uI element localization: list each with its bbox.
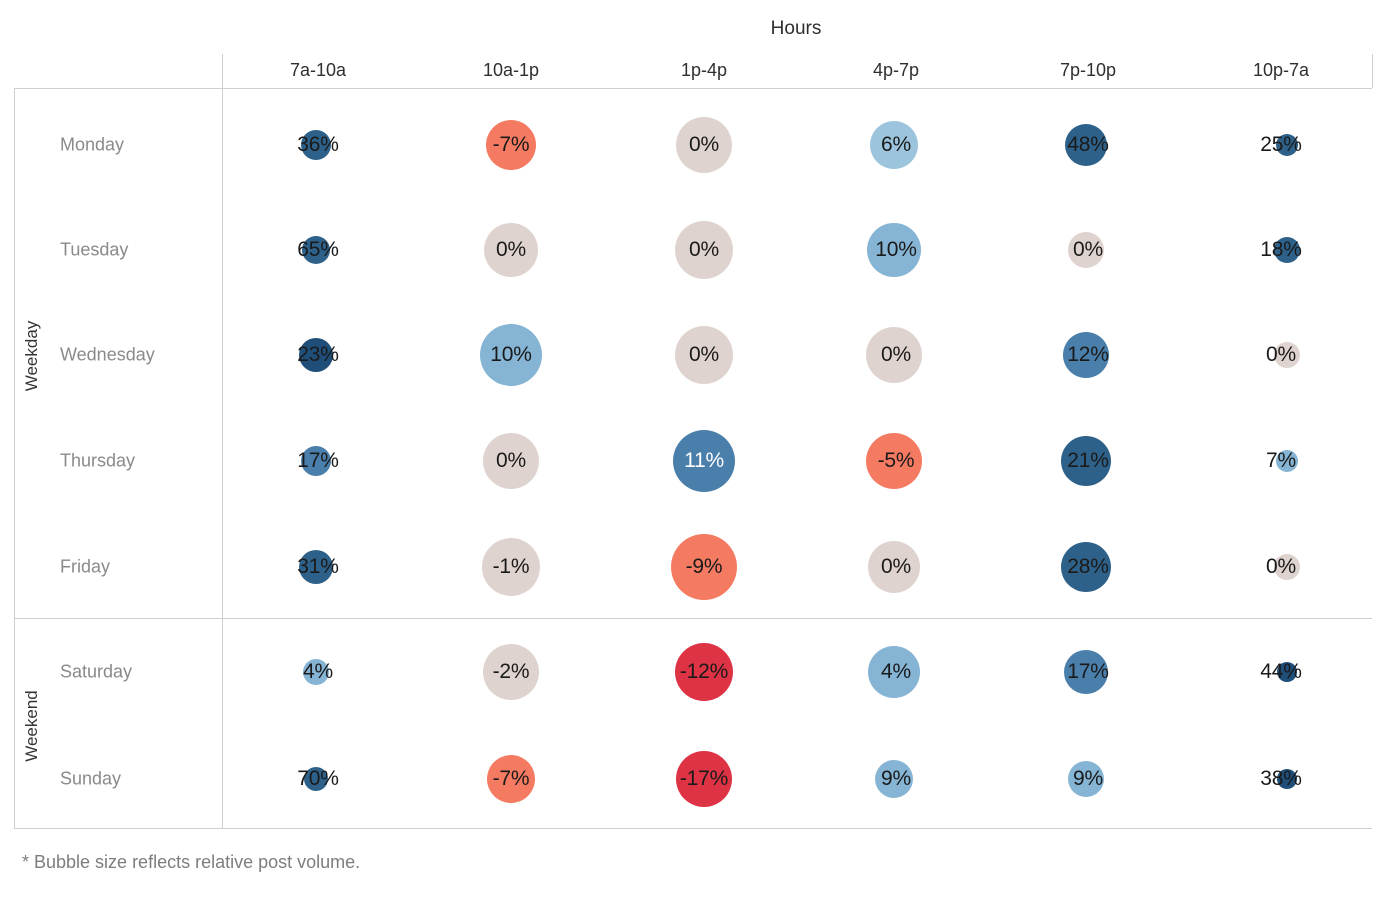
group-label-weekend: Weekend [22,689,41,762]
column-header-1p-4p: 1p-4p [680,60,728,80]
bubble-value-label: 0% [1073,238,1103,261]
group-separator-rule [14,618,1372,619]
row-label-thursday: Thursday [60,450,136,471]
header-rule [14,88,1372,89]
footnote: * Bubble size reflects relative post vol… [22,852,361,872]
bubble-value-label: 38% [1260,767,1302,790]
bubble-value-label: 0% [689,133,719,156]
bubble-value-label: 31% [297,555,339,578]
bubble-value-label: -12% [679,660,729,683]
bubble-value-label: 36% [297,133,339,156]
weekday-axis-divider [222,54,223,618]
bubble-value-label: 44% [1260,660,1302,683]
bubble-value-label: -7% [492,767,530,790]
column-header-10p-7a: 10p-7a [1252,60,1310,80]
bubble-value-label: -9% [685,555,723,578]
bubble-value-label: -17% [679,767,729,790]
bubble-value-label: 28% [1067,555,1109,578]
bubble-value-label: 0% [1266,343,1296,366]
bubble-value-label: 12% [1067,343,1109,366]
bubble-value-label: 0% [689,343,719,366]
column-header-7p-10p: 7p-10p [1059,60,1117,80]
bubble-value-label: 18% [1260,238,1302,261]
group-label-weekday: Weekday [22,320,41,392]
bubble-value-label: 23% [297,343,339,366]
bubble-value-label: -1% [492,555,530,578]
bubble-value-label: 17% [1067,660,1109,683]
column-header-10a-1p: 10a-1p [482,60,540,80]
row-label-friday: Friday [60,556,111,577]
bubble-value-label: 0% [881,343,911,366]
bubble-value-label: 65% [297,238,339,261]
weekday-outer-divider [14,88,15,618]
bottom-rule [14,828,1372,829]
row-label-monday: Monday [60,134,125,155]
row-label-wednesday: Wednesday [60,344,155,365]
weekend-axis-divider [222,618,223,828]
bubble-value-label: 0% [496,238,526,261]
bubble-matrix-chart: Hours 7a-10a 10a-1p 1p-4p 4p-7p 7p-10p 10p-7a… [0,0,1400,900]
bubble-value-label: 11% [684,449,724,472]
bubble-value-label: 10% [490,343,532,366]
bubble-value-label: -2% [492,660,530,683]
bubble-value-label: -5% [877,449,915,472]
bubble-value-label: 7% [1266,449,1296,472]
row-label-saturday: Saturday [60,661,133,682]
bubble-value-label: -7% [492,133,530,156]
bubble-value-label: 25% [1260,133,1302,156]
bubble-value-label: 17% [297,449,339,472]
bubble-value-label: 9% [1073,767,1103,790]
bubble-value-label: 0% [689,238,719,261]
row-label-tuesday: Tuesday [60,239,129,260]
bubble-value-label: 4% [881,660,911,683]
bubble-value-label: 0% [881,555,911,578]
bubble-value-label: 9% [881,767,911,790]
bubble-value-label: 0% [1266,555,1296,578]
header-right-tick [1372,54,1373,88]
bubble-value-label: 6% [881,133,911,156]
column-header-7a-10a: 7a-10a [289,60,347,80]
row-label-sunday: Sunday [60,768,122,789]
column-header-4p-7p: 4p-7p [872,60,920,80]
bubble-value-label: 10% [875,238,917,261]
bubble-value-label: 4% [303,660,333,683]
bubble-value-label: 70% [297,767,339,790]
bubble-value-label: 0% [496,449,526,472]
column-axis-title: Hours [770,18,822,39]
bubble-value-label: 21% [1067,449,1109,472]
bubble-value-label: 48% [1067,133,1109,156]
weekend-outer-divider [14,618,15,828]
